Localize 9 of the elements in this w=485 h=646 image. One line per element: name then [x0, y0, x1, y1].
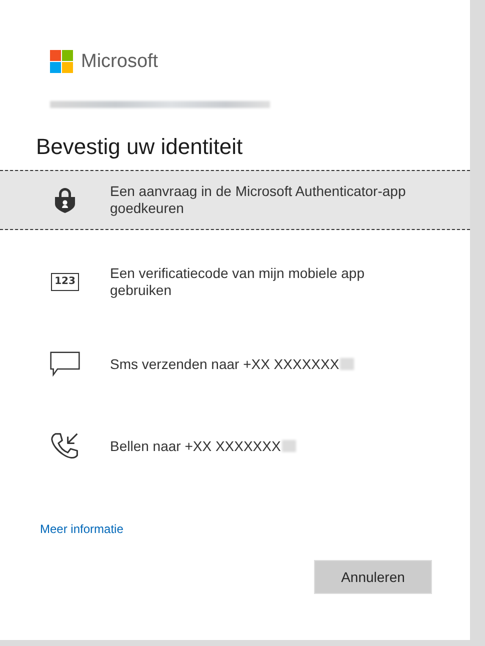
- verification-option[interactable]: 123 Een verificatiecode van mijn mobiele app gebruiken: [0, 252, 470, 312]
- verification-option[interactable]: Bellen naar +XX XXXXXXX: [0, 416, 470, 476]
- verification-option[interactable]: Sms verzenden naar +XX XXXXXXX: [0, 334, 470, 394]
- more-info-link[interactable]: Meer informatie: [40, 522, 124, 536]
- verification-option[interactable]: Een aanvraag in de Microsoft Authenticator-app goedkeuren: [0, 170, 470, 230]
- page-title: Bevestig uw identiteit: [36, 134, 244, 160]
- brand-name: Microsoft: [81, 50, 158, 72]
- number-code-icon: 123: [50, 273, 80, 291]
- cancel-button[interactable]: Annuleren: [314, 560, 432, 594]
